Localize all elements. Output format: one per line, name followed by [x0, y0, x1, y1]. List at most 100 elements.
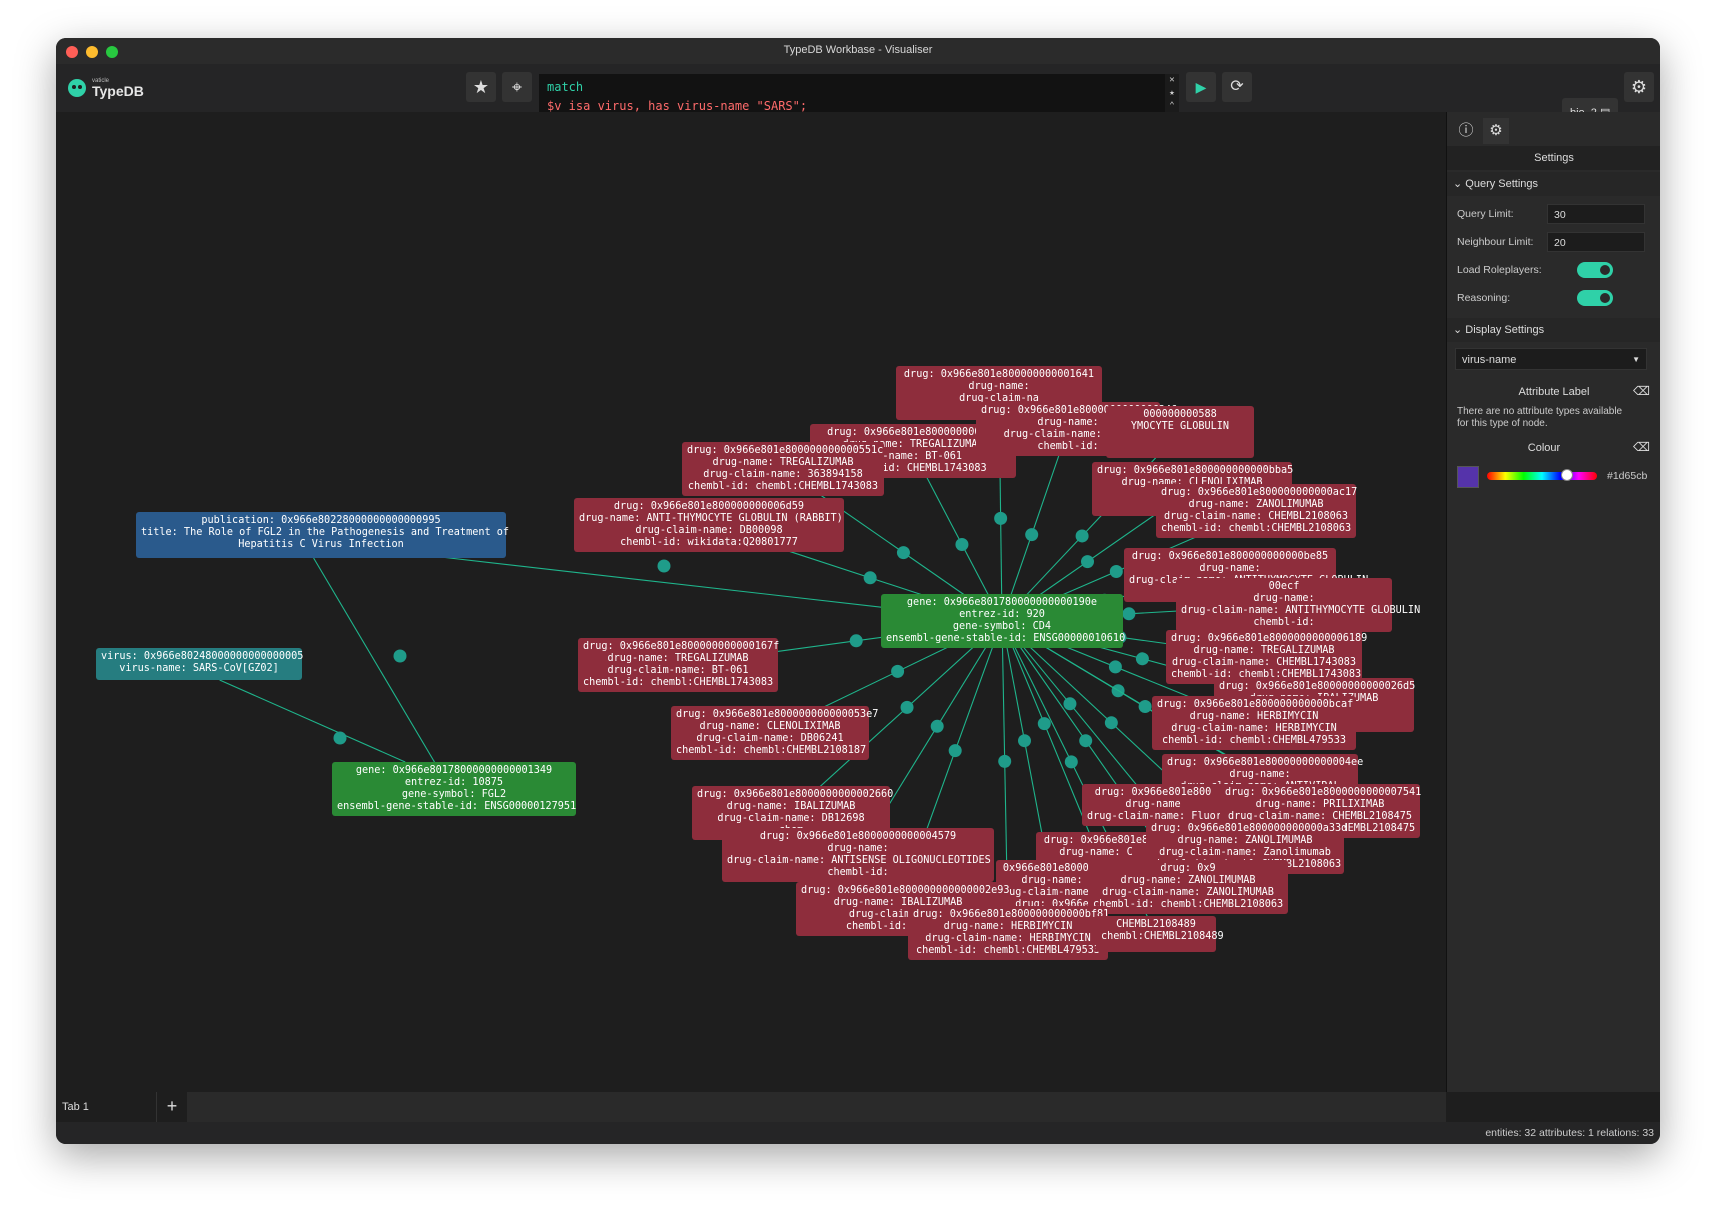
drug-node[interactable]: drug: 0x9 drug-name: ZANOLIMUMAB drug-clai…: [1088, 860, 1288, 914]
info-tab[interactable]: ⓘ: [1453, 118, 1479, 144]
eraser-icon[interactable]: ⌫: [1633, 440, 1650, 454]
drug-node[interactable]: drug: 0x966e801e800000000000551c drug-nam…: [682, 442, 884, 496]
relation-node[interactable]: [1104, 716, 1118, 730]
title-bar: TypeDB Workbase - Visualiser: [56, 38, 1660, 65]
drug-node[interactable]: 00ecf drug-name: drug-claim-name: ANTITHYM…: [1176, 578, 1420, 632]
refresh-icon: ⟳: [1230, 78, 1244, 95]
clear-query-icon[interactable]: ✕: [1165, 74, 1179, 87]
relation-node[interactable]: [1064, 755, 1078, 769]
node-label-line: drug: 0x966e801e80000000000026d5: [1219, 681, 1416, 692]
logo-name: TypeDB: [92, 83, 144, 99]
gene-virus-association-node[interactable]: [333, 731, 347, 745]
add-tab-button[interactable]: +: [156, 1092, 187, 1122]
colour-swatch[interactable]: [1457, 466, 1479, 488]
node-label-line: drug: 0x966e801e8000000000002660: [697, 789, 894, 800]
relation-node[interactable]: [849, 634, 863, 648]
relation-node[interactable]: [994, 511, 1008, 525]
caret-down-icon: ▼: [1632, 355, 1640, 364]
relation-node[interactable]: [1081, 555, 1094, 569]
node-label-line: drug: 0x966e801e800000000000167f: [583, 641, 780, 652]
add-favourite-icon[interactable]: ★: [1165, 87, 1179, 100]
relation-node[interactable]: [1018, 734, 1031, 748]
drug-node[interactable]: CHEMBL2108489 chembl:CHEMBL2108489: [1096, 916, 1224, 952]
node-label-line: drug-name:: [968, 381, 1030, 392]
relation-node[interactable]: [1075, 529, 1089, 543]
relation-node[interactable]: [896, 546, 910, 560]
node-label-line: drug-name: IBALIZUMAB: [726, 801, 856, 812]
play-icon: ▶: [1195, 79, 1207, 95]
run-query-button[interactable]: ▶: [1186, 72, 1216, 102]
relation-node[interactable]: [1037, 717, 1051, 731]
node-label-line: 00ecf: [1268, 581, 1300, 592]
hue-slider-handle[interactable]: [1561, 469, 1573, 481]
node-label-line: drug: 0x966e801e800000000000ac17: [1161, 487, 1358, 498]
node-label-line: drug-claim-name: DB12698: [717, 813, 865, 824]
mention-relation-node[interactable]: [393, 649, 407, 663]
gene-node-fgl2[interactable]: gene: 0x966e80178000000000001349 entrez-i…: [332, 762, 576, 816]
query-settings-header[interactable]: ⌄ Query Settings: [1447, 172, 1660, 196]
node-label-line: drug: 0x966e801e8: [1043, 835, 1149, 846]
settings-button[interactable]: ⚙: [1624, 72, 1654, 102]
chevron-down-icon: ⌄: [1453, 178, 1463, 190]
relation-node[interactable]: [930, 719, 944, 733]
relation-node[interactable]: [955, 538, 969, 551]
reset-button[interactable]: ⟳: [1222, 72, 1252, 102]
display-settings-header[interactable]: ⌄ Display Settings: [1447, 318, 1660, 342]
node-label-line: chembl-id: chembl:CHEMBL479533: [915, 945, 1100, 956]
relation-node[interactable]: [1063, 697, 1077, 711]
relation-node[interactable]: [1122, 607, 1136, 621]
drug-node[interactable]: drug: 0x966e801e800000000000bf81 drug-nam…: [908, 906, 1109, 960]
drug-node[interactable]: drug: 0x966e801e800000000000053e7 drug-na…: [671, 706, 878, 760]
drug-node[interactable]: drug: 0x966e801e8000000000004579 drug-nam…: [722, 828, 994, 882]
node-label-line: drug-name: HERBIMYCIN: [943, 921, 1073, 932]
relation-node[interactable]: [1138, 700, 1152, 713]
node-label-line: drug-name: TREGALIZUMAB: [1193, 645, 1335, 656]
relation-node[interactable]: [948, 744, 962, 758]
relation-node[interactable]: [1108, 660, 1122, 674]
node-label-line: drug: 0x966e801e800000000001641: [903, 369, 1095, 380]
node-label-line: drug: 0x966e801e800000000000002e93: [801, 885, 1010, 896]
neighbour-limit-input[interactable]: 20: [1547, 232, 1645, 252]
relation-node[interactable]: [863, 571, 877, 585]
typedb-logo: vaticle TypeDB: [68, 74, 144, 102]
drug-node[interactable]: drug: 0x966e801e8000000000006189 drug-nam…: [1166, 630, 1367, 684]
virus-node[interactable]: virus: 0x966e80248000000000000005 virus-n…: [96, 648, 303, 680]
gene-node-cd4[interactable]: gene: 0x966e801780000000000190e entrez-id…: [881, 594, 1125, 648]
drug-node[interactable]: drug: 0x966e801e800000000006d59 drug-name…: [574, 498, 844, 552]
plus-icon: +: [166, 1096, 178, 1116]
node-label-line: entrez-id: 920: [959, 609, 1045, 620]
node-label-line: drug-name: C: [1059, 847, 1133, 858]
settings-tab[interactable]: ⚙: [1483, 118, 1509, 144]
node-label-line: publication: 0x966e80228000000000000995: [201, 515, 441, 526]
graph-canvas[interactable]: drug: 0x966e801e800000000001641 drug-name…: [56, 112, 1446, 1092]
node-label-line: drug-claim-name: BT-061: [607, 665, 749, 676]
favourite-queries-button[interactable]: ★: [466, 72, 496, 102]
hue-slider[interactable]: [1487, 469, 1597, 481]
mention-relation-node[interactable]: [657, 559, 671, 573]
relation-node[interactable]: [1025, 528, 1039, 542]
relation-node[interactable]: [1079, 734, 1093, 748]
panel-title: Settings: [1447, 146, 1660, 170]
drug-node[interactable]: drug: 0x966e801e800000000000bcaf drug-nam…: [1152, 696, 1356, 750]
node-label-line: drug: 0x966e801e800: [1094, 787, 1212, 798]
relation-node[interactable]: [1135, 652, 1149, 666]
node-label-line: drug: 0x966e801e800000000000bba5: [1097, 465, 1294, 476]
publication-node[interactable]: publication: 0x966e80228000000000000995 t…: [136, 512, 509, 558]
reasoning-toggle[interactable]: [1577, 290, 1613, 306]
node-label-line: drug: 0x966e801e800000000000be85: [1131, 551, 1329, 562]
drug-node[interactable]: 000000000588 YMOCYTE GLOBULIN: [1106, 406, 1254, 458]
relation-node[interactable]: [998, 754, 1012, 768]
relation-node[interactable]: [1109, 565, 1123, 578]
drug-node[interactable]: drug: 0x966e801e800000000000167f drug-nam…: [578, 638, 780, 692]
node-type-select[interactable]: virus-name ▼: [1455, 348, 1647, 370]
relation-node[interactable]: [900, 700, 914, 714]
relation-node[interactable]: [891, 664, 905, 678]
load-roleplayers-toggle[interactable]: [1577, 262, 1613, 278]
locate-button[interactable]: ⌖: [502, 72, 532, 102]
tab-1[interactable]: Tab 1: [56, 1092, 156, 1122]
node-label-line: drug-claim-name: CHEMBL1743083: [1171, 657, 1356, 668]
node-label-line: Hepatitis C Virus Infection: [238, 539, 404, 550]
query-limit-input[interactable]: 30: [1547, 204, 1645, 224]
drug-node[interactable]: drug: 0x966e801e800000000000ac17 drug-nam…: [1156, 484, 1358, 538]
eraser-icon[interactable]: ⌫: [1633, 384, 1650, 398]
